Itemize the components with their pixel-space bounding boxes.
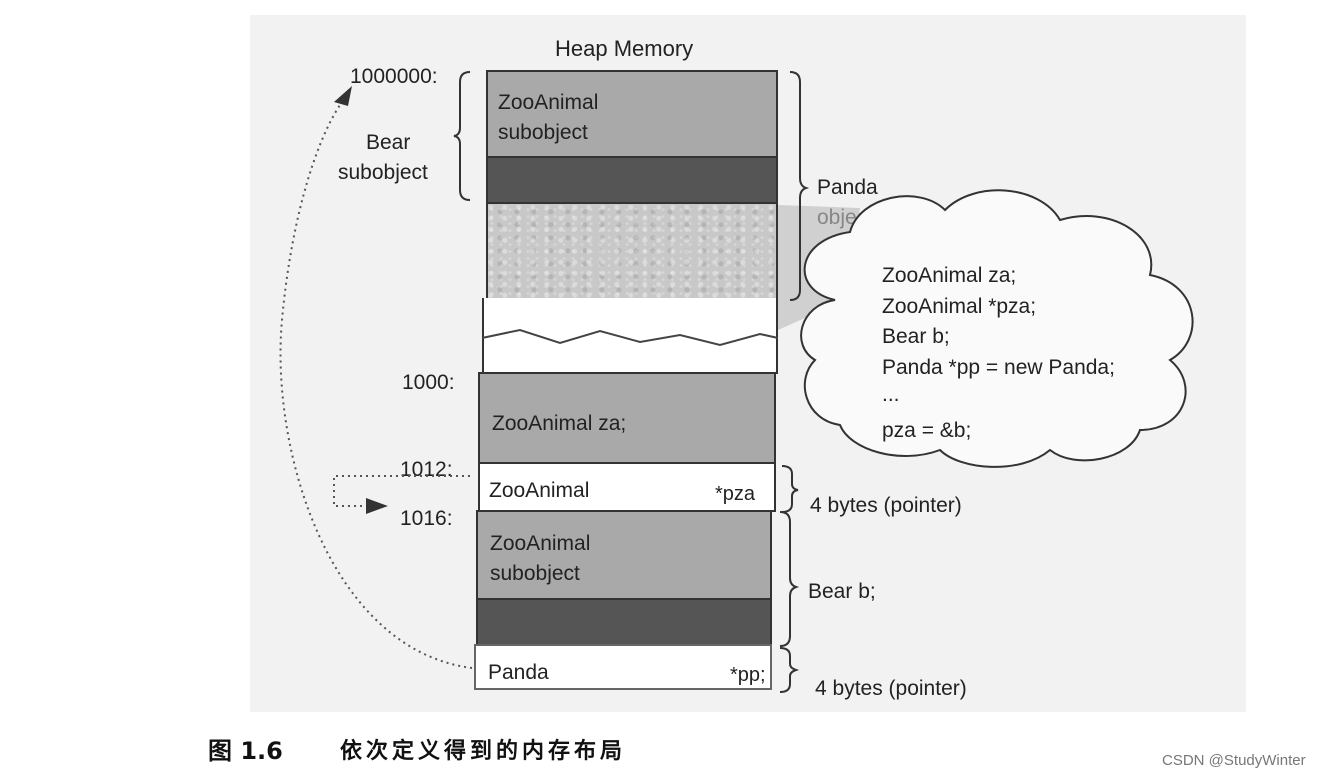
cloud-code-line-3: Bear b; <box>882 325 950 348</box>
watermark: CSDN @StudyWinter <box>1162 752 1306 769</box>
cloud-code-line-1: ZooAnimal za; <box>882 264 1017 287</box>
code-cloud <box>800 189 1194 468</box>
pza-to-bear-arrow <box>333 475 470 507</box>
bear-b-brace <box>779 511 800 647</box>
cloud-code-line-6: pza = &b; <box>882 419 972 442</box>
diagram-overlay <box>279 71 1194 693</box>
figure-number: 图 1.6 <box>208 737 283 765</box>
pp-to-panda-arrow <box>279 97 473 669</box>
pp-size-brace <box>779 647 800 693</box>
pp-arrow-head <box>334 86 352 106</box>
figure-caption: 依次定义得到的内存布局 <box>340 739 627 764</box>
cloud-code-line-2: ZooAnimal *pza; <box>882 295 1037 318</box>
cloud-code-line-5: ... <box>882 383 900 406</box>
bear-subobject-brace <box>453 71 471 201</box>
memory-break-wave <box>481 328 779 347</box>
cloud-code-line-4: Panda *pp = new Panda; <box>882 356 1115 379</box>
pza-arrow-head <box>366 498 388 514</box>
pza-size-brace <box>781 465 799 513</box>
